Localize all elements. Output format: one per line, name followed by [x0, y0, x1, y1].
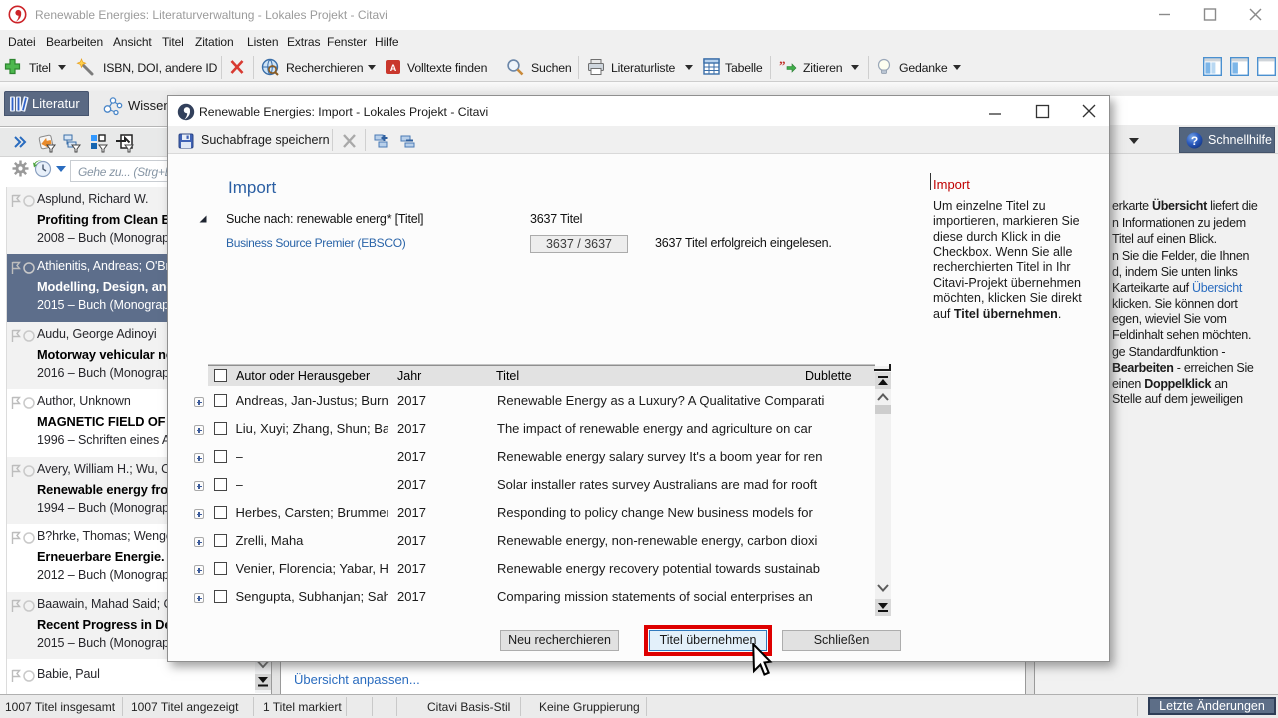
svg-text:”: ” — [779, 59, 786, 73]
svg-text:A: A — [390, 63, 397, 73]
svg-text:?: ? — [1191, 134, 1198, 148]
